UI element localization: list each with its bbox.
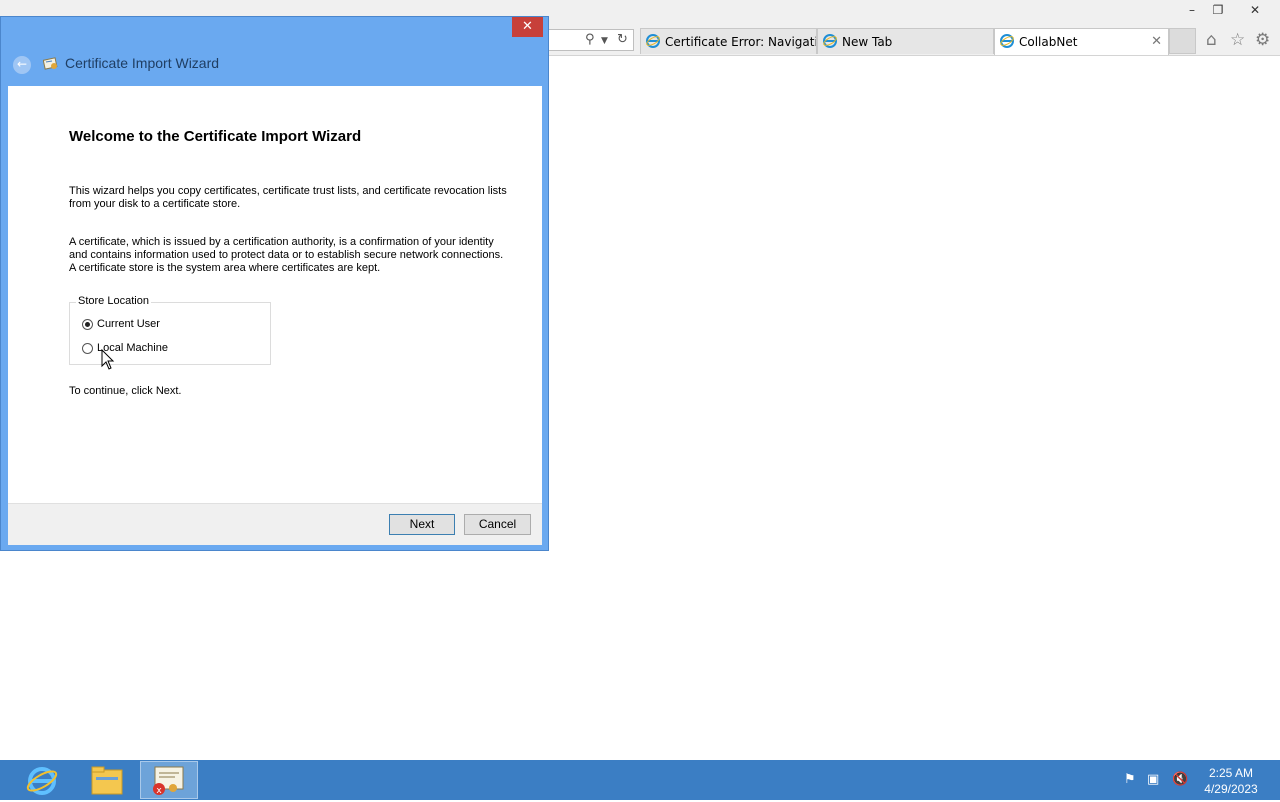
radio-button[interactable] (82, 319, 93, 330)
store-location-group: Store Location Current User Local Machin… (69, 295, 271, 365)
refresh-icon[interactable]: ↻ (617, 32, 628, 47)
wizard-footer: Next Cancel (8, 503, 542, 545)
mouse-cursor-icon (101, 349, 115, 370)
description-paragraph: A certificate, which is issued by a cert… (69, 236, 504, 274)
wizard-content: Welcome to the Certificate Import Wizard… (8, 86, 542, 503)
settings-gear-icon[interactable]: ⚙ (1255, 30, 1270, 50)
search-icon[interactable]: ⚲ (585, 32, 595, 47)
ie-icon (823, 34, 837, 48)
taskbar: x ⚑ ▣ 🔇 2:25 AM 4/29/2023 (0, 760, 1280, 800)
clock-time: 2:25 AM (1208, 766, 1254, 780)
ie-icon (26, 767, 58, 795)
favorites-star-icon[interactable]: ☆ (1230, 30, 1245, 50)
dialog-title: Certificate Import Wizard (65, 55, 220, 71)
new-tab-button[interactable] (1169, 28, 1196, 54)
next-button[interactable]: Next (389, 514, 455, 535)
tab-label: Certificate Error: Navigatio... (665, 35, 816, 49)
tab-label: CollabNet (1019, 35, 1078, 49)
ie-icon (646, 34, 660, 48)
system-clock[interactable]: 2:25 AM 4/29/2023 (1196, 765, 1266, 797)
minimize-button[interactable]: – (1178, 0, 1206, 20)
network-icon[interactable]: ▣ (1147, 772, 1159, 787)
tab-collabnet[interactable]: CollabNet ✕ (994, 28, 1169, 55)
store-location-legend: Store Location (76, 295, 151, 307)
back-arrow-icon[interactable]: ← (13, 56, 31, 74)
certificate-manager-taskbar-button[interactable]: x (140, 761, 198, 799)
certificate-error-icon: x (153, 766, 184, 796)
action-center-flag-icon[interactable]: ⚑ (1124, 772, 1136, 787)
volume-muted-icon[interactable]: 🔇 (1172, 772, 1188, 787)
continue-instruction: To continue, click Next. (69, 385, 182, 397)
tab-new-tab[interactable]: New Tab (817, 28, 994, 54)
intro-paragraph: This wizard helps you copy certificates,… (69, 185, 507, 210)
radio-label: Current User (97, 318, 160, 330)
folder-icon (91, 766, 123, 795)
tab-label: New Tab (842, 35, 893, 49)
radio-button[interactable] (82, 343, 93, 354)
address-bar[interactable]: ⚲ ▼ ↻ (548, 29, 634, 51)
certificate-icon (43, 57, 58, 70)
home-icon[interactable]: ⌂ (1206, 30, 1217, 50)
file-explorer-taskbar-button[interactable] (78, 761, 136, 799)
dialog-close-button[interactable]: ✕ (512, 17, 543, 37)
internet-explorer-taskbar-button[interactable] (12, 761, 70, 799)
svg-text:x: x (156, 786, 162, 796)
dropdown-icon[interactable]: ▼ (601, 36, 608, 46)
restore-button[interactable]: ❐ (1204, 0, 1232, 20)
ie-icon (1000, 34, 1014, 48)
tab-certificate-error[interactable]: Certificate Error: Navigatio... (640, 28, 817, 54)
certificate-import-wizard-dialog: ✕ ← Certificate Import Wizard Welcome to… (0, 16, 549, 551)
window-close-button[interactable]: ✕ (1241, 0, 1269, 20)
wizard-heading: Welcome to the Certificate Import Wizard (69, 128, 362, 145)
clock-date: 4/29/2023 (1204, 782, 1258, 796)
cancel-button[interactable]: Cancel (464, 514, 531, 535)
tab-close-icon[interactable]: ✕ (1151, 29, 1162, 55)
